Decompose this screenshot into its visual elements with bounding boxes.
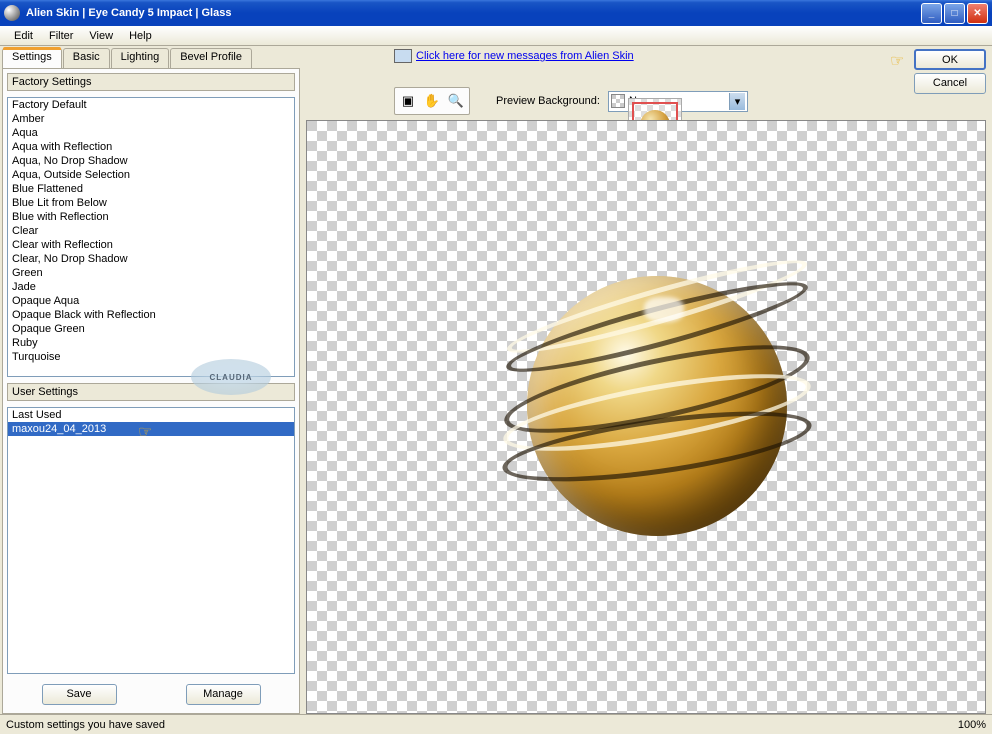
- menu-help[interactable]: Help: [121, 28, 160, 44]
- ok-button[interactable]: OK: [914, 49, 986, 70]
- zoom-level: 100%: [958, 719, 986, 731]
- list-item[interactable]: maxou24_04_2013: [8, 422, 294, 436]
- preview-image: [527, 276, 787, 536]
- list-item[interactable]: Aqua, No Drop Shadow: [8, 154, 294, 168]
- menu-filter[interactable]: Filter: [41, 28, 81, 44]
- list-item[interactable]: Clear with Reflection: [8, 238, 294, 252]
- tab-bevel-profile[interactable]: Bevel Profile: [170, 48, 252, 68]
- list-item[interactable]: Opaque Green: [8, 322, 294, 336]
- list-item[interactable]: Opaque Black with Reflection: [8, 308, 294, 322]
- messages-link[interactable]: Click here for new messages from Alien S…: [416, 50, 634, 62]
- titlebar: Alien Skin | Eye Candy 5 Impact | Glass …: [0, 0, 992, 26]
- list-item[interactable]: Aqua with Reflection: [8, 140, 294, 154]
- tab-settings[interactable]: Settings: [2, 48, 62, 68]
- list-item[interactable]: Green: [8, 266, 294, 280]
- user-settings-list[interactable]: ☜ Last Usedmaxou24_04_2013: [7, 407, 295, 674]
- app-icon: [4, 5, 20, 21]
- list-item[interactable]: Last Used: [8, 408, 294, 422]
- status-text: Custom settings you have saved: [6, 719, 165, 731]
- preview-toolbar: ▣ ✋ 🔍: [394, 87, 470, 115]
- user-settings-header: User Settings: [7, 383, 295, 401]
- close-button[interactable]: ✕: [967, 3, 988, 24]
- list-item[interactable]: Factory Default: [8, 98, 294, 112]
- menu-edit[interactable]: Edit: [6, 28, 41, 44]
- window-title: Alien Skin | Eye Candy 5 Impact | Glass: [26, 7, 921, 19]
- list-item[interactable]: Blue Lit from Below: [8, 196, 294, 210]
- pointer-icon: ☜: [890, 51, 904, 71]
- left-panel: Settings Basic Lighting Bevel Profile Fa…: [0, 46, 300, 714]
- list-item[interactable]: Opaque Aqua: [8, 294, 294, 308]
- list-item[interactable]: Blue with Reflection: [8, 210, 294, 224]
- transparency-swatch-icon: [611, 94, 625, 108]
- chevron-down-icon: ▾: [729, 93, 745, 110]
- manage-button[interactable]: Manage: [186, 684, 261, 705]
- maximize-button[interactable]: □: [944, 3, 965, 24]
- factory-settings-list[interactable]: Factory DefaultAmberAquaAqua with Reflec…: [7, 97, 295, 377]
- tab-basic[interactable]: Basic: [63, 48, 110, 68]
- statusbar: Custom settings you have saved 100%: [0, 714, 992, 734]
- preview-area[interactable]: [306, 120, 986, 714]
- preview-background-label: Preview Background:: [496, 95, 600, 107]
- menubar: Edit Filter View Help: [0, 26, 992, 46]
- list-item[interactable]: Aqua: [8, 126, 294, 140]
- list-item[interactable]: Aqua, Outside Selection: [8, 168, 294, 182]
- list-item[interactable]: Ruby: [8, 336, 294, 350]
- minimize-button[interactable]: _: [921, 3, 942, 24]
- list-item[interactable]: Clear: [8, 224, 294, 238]
- list-item[interactable]: Amber: [8, 112, 294, 126]
- tab-lighting[interactable]: Lighting: [111, 48, 170, 68]
- zoom-tool-icon[interactable]: 🔍: [445, 90, 467, 112]
- right-panel: Click here for new messages from Alien S…: [300, 46, 992, 714]
- list-item[interactable]: Jade: [8, 280, 294, 294]
- marquee-tool-icon[interactable]: ▣: [397, 90, 419, 112]
- list-item[interactable]: Clear, No Drop Shadow: [8, 252, 294, 266]
- menu-view[interactable]: View: [81, 28, 121, 44]
- list-item[interactable]: Blue Flattened: [8, 182, 294, 196]
- hand-tool-icon[interactable]: ✋: [421, 90, 443, 112]
- list-item[interactable]: Turquoise: [8, 350, 294, 364]
- factory-settings-header: Factory Settings: [7, 73, 295, 91]
- save-button[interactable]: Save: [42, 684, 117, 705]
- message-icon: [394, 49, 412, 63]
